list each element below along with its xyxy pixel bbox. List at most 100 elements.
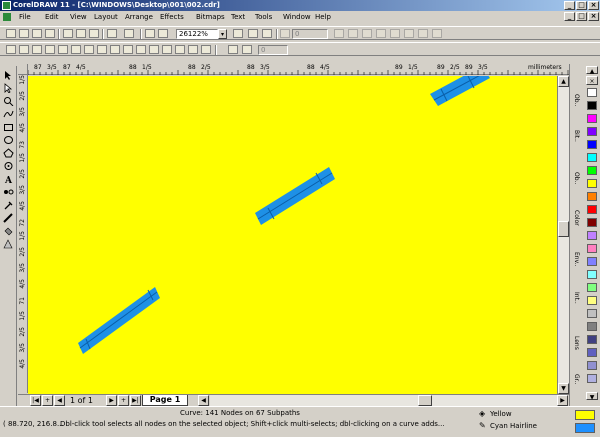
scroll-left-icon[interactable]: ◀ xyxy=(198,395,209,406)
redo-icon[interactable] xyxy=(124,29,134,38)
docker-tab-object-manager[interactable]: Ob.. xyxy=(571,172,582,184)
import-icon[interactable] xyxy=(145,29,155,38)
color-swatch[interactable] xyxy=(587,296,597,305)
open-icon[interactable] xyxy=(19,29,29,38)
previous-page-icon[interactable]: ◀ xyxy=(54,395,65,406)
last-page-icon[interactable]: ▶| xyxy=(130,395,141,406)
color-swatch[interactable] xyxy=(587,335,597,344)
palette-scroll-up-icon[interactable]: ▲ xyxy=(586,66,598,75)
shape-tool-icon[interactable] xyxy=(3,83,14,93)
ruler-origin[interactable] xyxy=(18,64,28,75)
curve-segment[interactable] xyxy=(430,76,490,106)
zoom-tool-icon[interactable] xyxy=(3,96,14,106)
color-swatch[interactable] xyxy=(587,322,597,331)
rectangle-tool-icon[interactable] xyxy=(3,122,14,132)
menu-file[interactable]: File xyxy=(19,12,31,22)
vertical-ruler[interactable]: 1/5 2/5 3/5 4/5 73 1/5 2/5 3/5 4/5 72 1/… xyxy=(18,75,28,393)
tab-page-1[interactable]: Page 1 xyxy=(142,395,188,406)
symmetrical-node-icon[interactable] xyxy=(110,45,120,54)
first-page-icon[interactable]: |◀ xyxy=(30,395,41,406)
color-swatch[interactable] xyxy=(587,231,597,240)
pick-tool-icon[interactable] xyxy=(3,70,14,80)
color-swatch[interactable] xyxy=(587,179,597,188)
freehand-tool-icon[interactable] xyxy=(3,109,14,119)
menu-edit[interactable]: Edit xyxy=(45,12,59,22)
zoom-dropdown-chevron-down-icon[interactable]: ▾ xyxy=(218,29,227,39)
new-icon[interactable] xyxy=(6,29,16,38)
next-page-icon[interactable]: ▶ xyxy=(106,395,117,406)
color-swatch[interactable] xyxy=(587,114,597,123)
extend-curve-icon[interactable] xyxy=(136,45,146,54)
add-page-icon[interactable]: + xyxy=(42,395,53,406)
vertical-scroll-thumb[interactable] xyxy=(558,221,569,237)
palette-scroll-down-icon[interactable]: ▼ xyxy=(586,392,598,401)
application-launcher-icon[interactable] xyxy=(248,29,258,38)
menu-tools[interactable]: Tools xyxy=(255,12,272,22)
color-swatch[interactable] xyxy=(587,374,597,383)
copy-icon[interactable] xyxy=(76,29,86,38)
color-swatch[interactable] xyxy=(587,309,597,318)
color-swatch[interactable] xyxy=(587,218,597,227)
extract-subpath-icon[interactable] xyxy=(149,45,159,54)
elastic-mode-icon[interactable] xyxy=(228,45,238,54)
zoom-level-field[interactable]: 26122% xyxy=(176,29,218,39)
maximize-button[interactable]: □ xyxy=(576,1,587,10)
color-swatch[interactable] xyxy=(587,270,597,279)
undo-icon[interactable] xyxy=(107,29,117,38)
cusp-node-icon[interactable] xyxy=(84,45,94,54)
auto-close-icon[interactable] xyxy=(162,45,172,54)
color-swatch[interactable] xyxy=(587,140,597,149)
color-swatch[interactable] xyxy=(587,88,597,97)
curve-segment[interactable] xyxy=(255,167,335,225)
color-swatch[interactable] xyxy=(587,153,597,162)
doc-close-button[interactable]: × xyxy=(588,12,599,21)
outline-tool-icon[interactable] xyxy=(3,213,14,223)
docker-tab-graphic[interactable]: Gr.. xyxy=(571,374,582,384)
no-fill-swatch[interactable]: × xyxy=(586,76,598,85)
color-swatch[interactable] xyxy=(587,283,597,292)
delete-node-icon[interactable] xyxy=(19,45,29,54)
cut-icon[interactable] xyxy=(63,29,73,38)
outline-color-swatch[interactable] xyxy=(575,423,595,433)
fill-tool-icon[interactable] xyxy=(3,226,14,236)
rotate-nodes-icon[interactable] xyxy=(188,45,198,54)
menu-layout[interactable]: Layout xyxy=(94,12,118,22)
add-node-icon[interactable] xyxy=(6,45,16,54)
doc-minimize-button[interactable]: _ xyxy=(564,12,575,21)
menu-window[interactable]: Window xyxy=(283,12,311,22)
interactive-fill-tool-icon[interactable] xyxy=(3,239,14,249)
color-swatch[interactable] xyxy=(587,101,597,110)
color-swatch[interactable] xyxy=(587,127,597,136)
paste-icon[interactable] xyxy=(89,29,99,38)
break-curve-icon[interactable] xyxy=(45,45,55,54)
join-nodes-icon[interactable] xyxy=(32,45,42,54)
interactive-blend-tool-icon[interactable] xyxy=(3,187,14,197)
color-swatch[interactable] xyxy=(587,244,597,253)
smooth-node-icon[interactable] xyxy=(97,45,107,54)
scroll-right-icon[interactable]: ▶ xyxy=(557,395,568,406)
select-all-nodes-icon[interactable] xyxy=(242,45,252,54)
horizontal-scroll-track[interactable] xyxy=(210,395,557,406)
polygon-tool-icon[interactable] xyxy=(3,148,14,158)
menu-view[interactable]: View xyxy=(70,12,87,22)
doc-restore-button[interactable]: □ xyxy=(576,12,587,21)
text-tool-icon[interactable]: A xyxy=(3,174,14,184)
drawing-canvas[interactable] xyxy=(28,76,557,394)
menu-arrange[interactable]: Arrange xyxy=(125,12,153,22)
menu-effects[interactable]: Effects xyxy=(160,12,184,22)
document-icon[interactable] xyxy=(3,13,11,21)
reverse-direction-icon[interactable] xyxy=(123,45,133,54)
stretch-nodes-icon[interactable] xyxy=(175,45,185,54)
print-icon[interactable] xyxy=(45,29,55,38)
horizontal-ruler[interactable]: 87 3/5 87 4/5 88 1/5 88 2/5 88 3/5 88 4/… xyxy=(28,64,573,75)
ellipse-tool-icon[interactable] xyxy=(3,135,14,145)
horizontal-scroll-thumb[interactable] xyxy=(418,395,432,406)
save-icon[interactable] xyxy=(32,29,42,38)
docker-tab-envelope[interactable]: Env.. xyxy=(571,252,582,267)
color-swatch[interactable] xyxy=(587,257,597,266)
align-nodes-icon[interactable] xyxy=(201,45,211,54)
docker-tab-color[interactable]: Color xyxy=(571,210,582,226)
snap-to-grid-icon[interactable] xyxy=(233,29,243,38)
color-swatch[interactable] xyxy=(587,166,597,175)
docker-tab-intersect[interactable]: Int.. xyxy=(571,292,582,304)
